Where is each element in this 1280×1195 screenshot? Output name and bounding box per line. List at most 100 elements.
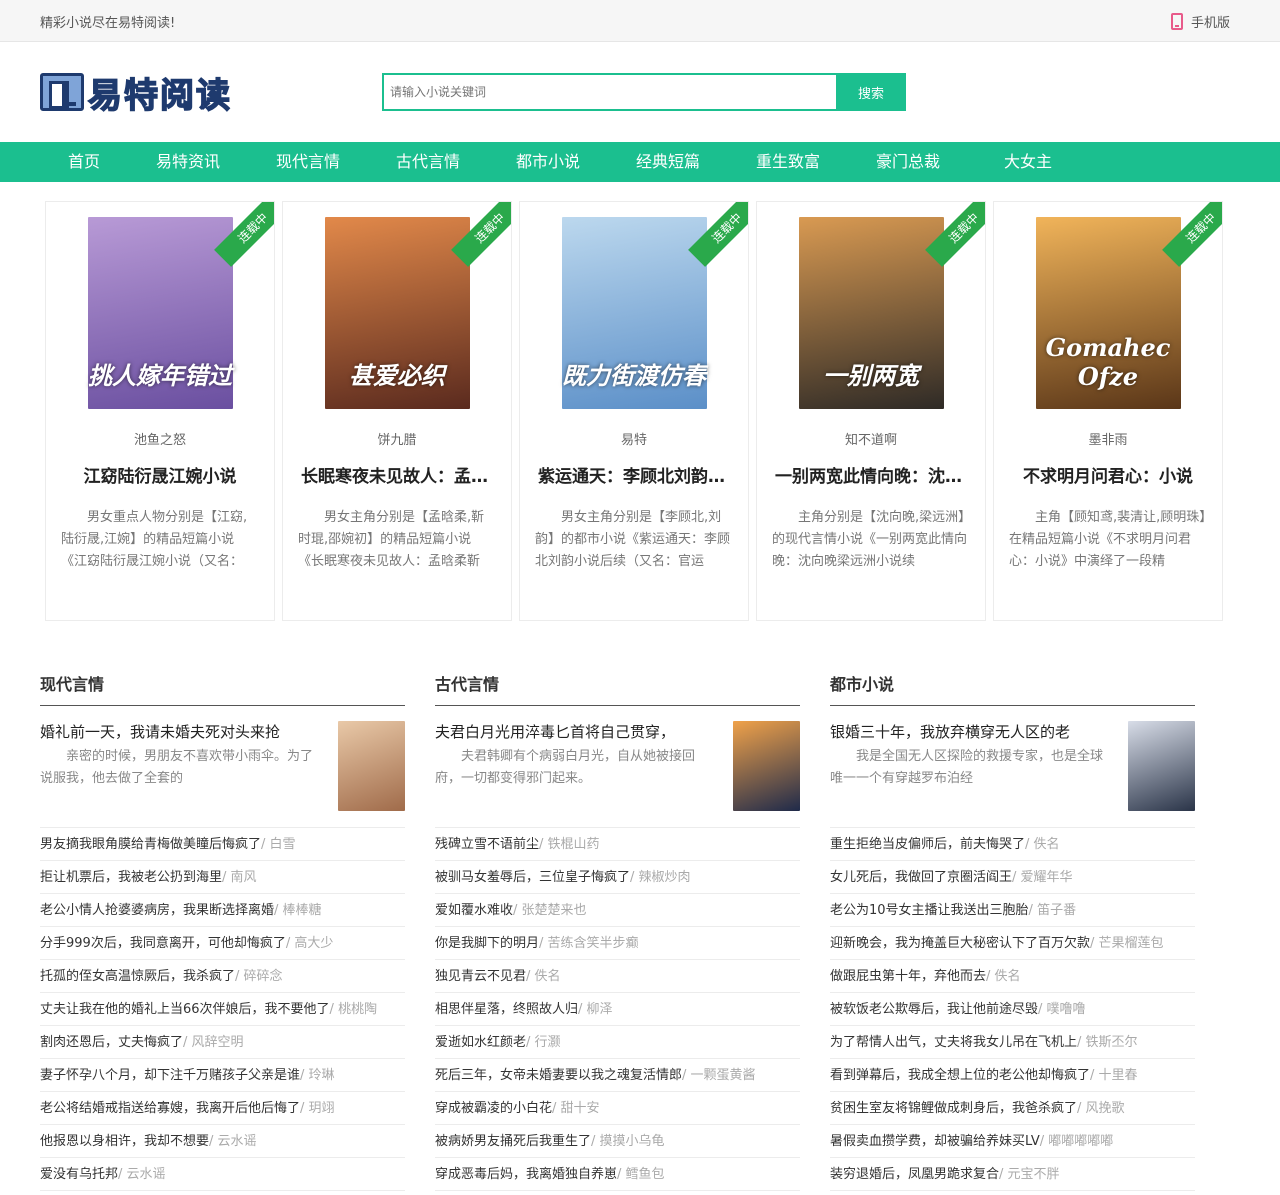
list-item[interactable]: 你是我脚下的明月/ 苦练含笑半步癫 [435,927,800,960]
list-item-author[interactable]: 铁棍山药 [548,837,600,852]
list-item-author[interactable]: 鳕鱼包 [626,1167,665,1182]
column-title[interactable]: 都市小说 [830,671,1195,706]
list-item-author[interactable]: 云水谣 [127,1167,166,1182]
list-item[interactable]: 为了帮情人出气，丈夫将我女儿吊在飞机上/ 铁斯丕尔 [830,1026,1195,1059]
list-item[interactable]: 暑假卖血攒学费，却被骗给养妹买LV/ 嘟嘟嘟嘟嘟 [830,1125,1195,1158]
list-item-title[interactable]: 拒让机票后，我被老公扔到海里 [40,870,222,885]
book-card[interactable]: 既力街渡仿春 连载中易特紫运通天：李顾北刘韵小说后续男女主角分别是【李顾北,刘韵】… [519,201,749,621]
list-item-title[interactable]: 妻子怀孕八个月，却下注千万赌孩子父亲是谁 [40,1068,300,1083]
list-item[interactable]: 做跟屁虫第十年，弃他而去/ 佚名 [830,960,1195,993]
list-item-author[interactable]: 甜十安 [561,1101,600,1116]
column-featured-book[interactable]: 婚礼前一天，我请未婚夫死对头来抢 亲密的时候，男朋友不喜欢带小雨伞。为了说服我，他… [40,706,405,828]
book-card[interactable]: 一别两宽 连载中知不道啊一别两宽此情向晚：沈向晚梁远洲小说续主角分别是【沈向晚,梁… [756,201,986,621]
book-title[interactable]: 江窈陆衍晟江婉小说 [64,462,256,487]
book-card[interactable]: 甚爱必织 连载中饼九腊长眠寒夜未见故人：孟晗柔靳时琨邵婉初男女主角分别是【孟晗柔,… [282,201,512,621]
list-item[interactable]: 托孤的侄女高温惊厥后，我杀疯了/ 碎碎念 [40,960,405,993]
book-card[interactable]: Gomahec Ofze 连载中 墨非雨 不求明月问君心：小说 主角【顾知鸢,裴清让,顾… [993,201,1223,621]
list-item[interactable]: 被驯马女羞辱后，三位皇子悔疯了/ 辣椒炒肉 [435,861,800,894]
list-item-title[interactable]: 贫困生室友将锦鲤做成刺身后，我爸杀疯了 [830,1101,1077,1116]
list-item-title[interactable]: 被软饭老公欺辱后，我让他前途尽毁 [830,1002,1038,1017]
nav-item[interactable]: 古代言情 [368,142,488,182]
list-item-author[interactable]: 柳泽 [587,1002,613,1017]
list-item-title[interactable]: 看到弹幕后，我成全想上位的老公他却悔疯了 [830,1068,1090,1083]
list-item-title[interactable]: 相思伴星落，终照故人归 [435,1002,578,1017]
list-item[interactable]: 看到弹幕后，我成全想上位的老公他却悔疯了/ 十里春 [830,1059,1195,1092]
list-item-title[interactable]: 男友摘我眼角膜给青梅做美瞳后悔疯了 [40,837,261,852]
list-item-title[interactable]: 残碑立雪不语前尘 [435,837,539,852]
list-item[interactable]: 装穷退婚后，凤凰男跪求复合/ 元宝不胖 [830,1158,1195,1191]
list-item-title[interactable]: 爱如覆水难收 [435,903,513,918]
book-card[interactable]: 挑人嫁年错过 连载中 池鱼之怒 江窈陆衍晟江婉小说 男女重点人物分别是【江窈,陆衍晟,江… [45,201,275,621]
list-item[interactable]: 死后三年，女帝未婚妻要以我之魂复活情郎/ 一颗蛋黄酱 [435,1059,800,1092]
list-item-title[interactable]: 重生拒绝当皮偏师后，前夫悔哭了 [830,837,1025,852]
search-input[interactable] [382,73,836,111]
featured-title[interactable]: 婚礼前一天，我请未婚夫死对头来抢 [40,721,325,742]
list-item-author[interactable]: 云水谣 [218,1134,257,1149]
search-button[interactable]: 搜索 [836,73,906,111]
list-item-title[interactable]: 分手999次后，我同意离开，可他却悔疯了 [40,936,286,951]
list-item-title[interactable]: 被驯马女羞辱后，三位皇子悔疯了 [435,870,630,885]
featured-thumbnail[interactable] [1128,721,1195,811]
list-item[interactable]: 妻子怀孕八个月，却下注千万赌孩子父亲是谁/ 玲琳 [40,1059,405,1092]
list-item-author[interactable]: 噗噜噜 [1047,1002,1086,1017]
list-item[interactable]: 穿成被霸凌的小白花/ 甜十安 [435,1092,800,1125]
list-item-title[interactable]: 他报恩以身相许，我却不想要 [40,1134,209,1149]
book-title[interactable]: 紫运通天：李顾北刘韵小说后续 [538,462,730,487]
list-item-author[interactable]: 风辞空明 [192,1035,244,1050]
list-item-title[interactable]: 为了帮情人出气，丈夫将我女儿吊在飞机上 [830,1035,1077,1050]
book-title[interactable]: 长眠寒夜未见故人：孟晗柔靳时琨邵婉初 [301,462,493,487]
featured-title[interactable]: 夫君白月光用淬毒匕首将自己贯穿， [435,721,720,742]
list-item-title[interactable]: 你是我脚下的明月 [435,936,539,951]
list-item-author[interactable]: 铁斯丕尔 [1086,1035,1138,1050]
list-item-title[interactable]: 爱没有乌托邦 [40,1167,118,1182]
list-item[interactable]: 丈夫让我在他的婚礼上当66次伴娘后，我不要他了/ 桃桃陶 [40,993,405,1026]
list-item[interactable]: 爱逝如水红颜老/ 行灏 [435,1026,800,1059]
list-item-author[interactable]: 元宝不胖 [1008,1167,1060,1182]
nav-item[interactable]: 首页 [40,142,128,182]
list-item[interactable]: 女儿死后，我做回了京圈活阎王/ 爱耀年华 [830,861,1195,894]
list-item[interactable]: 老公小情人抢婆婆病房，我果断选择离婚/ 棒棒糖 [40,894,405,927]
list-item-title[interactable]: 托孤的侄女高温惊厥后，我杀疯了 [40,969,235,984]
list-item-title[interactable]: 老公为10号女主播让我送出三胞胎 [830,903,1029,918]
book-author[interactable]: 墨非雨 [994,429,1222,448]
list-item-author[interactable]: 摸摸小乌龟 [600,1134,665,1149]
list-item-title[interactable]: 被病娇男友捅死后我重生了 [435,1134,591,1149]
list-item-title[interactable]: 暑假卖血攒学费，却被骗给养妹买LV [830,1134,1040,1149]
list-item-title[interactable]: 独见青云不见君 [435,969,526,984]
list-item[interactable]: 独见青云不见君/ 佚名 [435,960,800,993]
nav-item[interactable]: 豪门总裁 [848,142,968,182]
list-item-author[interactable]: 苦练含笑半步癫 [548,936,639,951]
list-item-title[interactable]: 女儿死后，我做回了京圈活阎王 [830,870,1012,885]
list-item[interactable]: 割肉还恩后，丈夫悔疯了/ 风辞空明 [40,1026,405,1059]
book-title[interactable]: 不求明月问君心：小说 [1012,462,1204,487]
list-item-title[interactable]: 老公将结婚戒指送给寡嫂，我离开后他后悔了 [40,1101,300,1116]
list-item[interactable]: 他报恩以身相许，我却不想要/ 云水谣 [40,1125,405,1158]
nav-item[interactable]: 经典短篇 [608,142,728,182]
nav-item[interactable]: 都市小说 [488,142,608,182]
list-item-author[interactable]: 高大少 [294,936,333,951]
list-item[interactable]: 穿成恶毒后妈，我离婚独自养崽/ 鳕鱼包 [435,1158,800,1191]
list-item-author[interactable]: 行灏 [535,1035,561,1050]
list-item-title[interactable]: 丈夫让我在他的婚礼上当66次伴娘后，我不要他了 [40,1002,330,1017]
list-item-author[interactable]: 笛子番 [1037,903,1076,918]
list-item-title[interactable]: 穿成恶毒后妈，我离婚独自养崽 [435,1167,617,1182]
list-item-author[interactable]: 桃桃陶 [338,1002,377,1017]
list-item-author[interactable]: 张楚楚来也 [522,903,587,918]
book-author[interactable]: 易特 [520,429,748,448]
list-item-title[interactable]: 爱逝如水红颜老 [435,1035,526,1050]
column-title[interactable]: 现代言情 [40,671,405,706]
featured-thumbnail[interactable] [338,721,405,811]
list-item[interactable]: 老公为10号女主播让我送出三胞胎/ 笛子番 [830,894,1195,927]
list-item[interactable]: 贫困生室友将锦鲤做成刺身后，我爸杀疯了/ 风挽歌 [830,1092,1195,1125]
list-item[interactable]: 相思伴星落，终照故人归/ 柳泽 [435,993,800,1026]
list-item[interactable]: 残碑立雪不语前尘/ 铁棍山药 [435,828,800,861]
book-author[interactable]: 池鱼之怒 [46,429,274,448]
featured-title[interactable]: 银婚三十年，我放弃横穿无人区的老 [830,721,1115,742]
list-item-title[interactable]: 迎新晚会，我为掩盖巨大秘密认下了百万欠款 [830,936,1090,951]
list-item[interactable]: 爱没有乌托邦/ 云水谣 [40,1158,405,1191]
list-item-title[interactable]: 装穷退婚后，凤凰男跪求复合 [830,1167,999,1182]
list-item[interactable]: 男友摘我眼角膜给青梅做美瞳后悔疯了/ 白雪 [40,828,405,861]
column-title[interactable]: 古代言情 [435,671,800,706]
list-item[interactable]: 拒让机票后，我被老公扔到海里/ 南风 [40,861,405,894]
book-author[interactable]: 饼九腊 [283,429,511,448]
